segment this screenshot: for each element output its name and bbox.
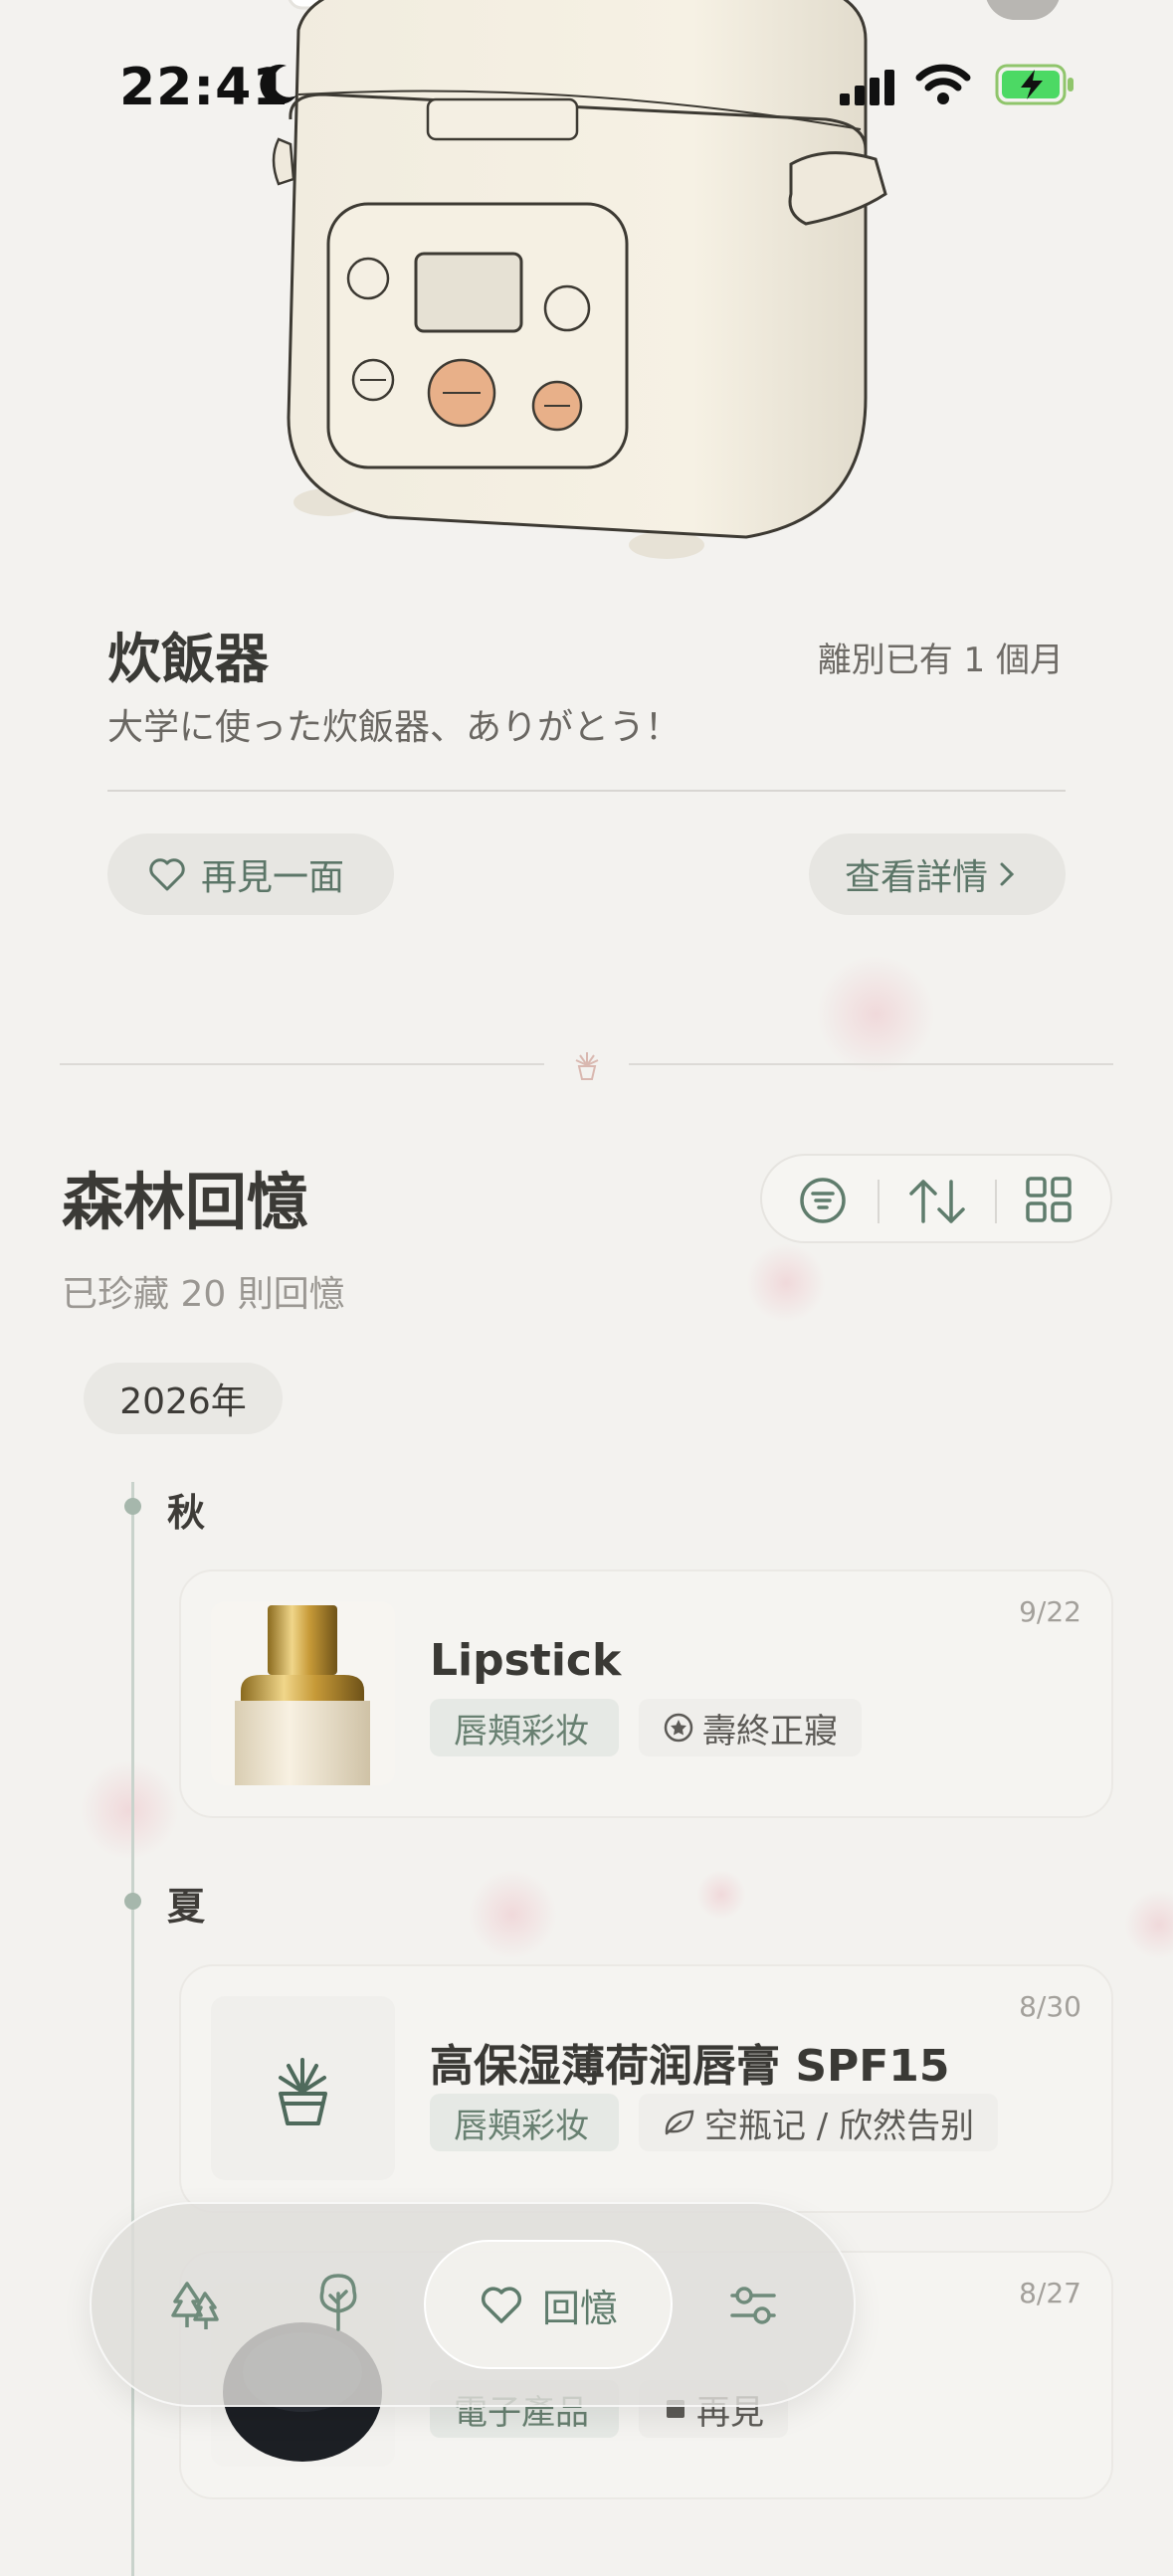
plant-pot-icon — [279, 2058, 327, 2125]
category-tag: 唇頬彩妆 — [430, 1699, 619, 1756]
settings-icon[interactable] — [728, 2284, 778, 2327]
timeline-line — [131, 1482, 134, 2576]
memory-item-name: 高保湿薄荷润唇膏 SPF15 — [430, 2041, 950, 2092]
farewell-tag: 壽終正寢 — [639, 1699, 862, 1756]
divider — [60, 1063, 544, 1065]
profile-avatar[interactable] — [985, 0, 1061, 20]
blossom-decoration — [80, 1760, 179, 1860]
view-details-label: 查看詳情 — [845, 857, 989, 898]
item-title: 炊飯器 — [107, 628, 269, 690]
divider — [107, 790, 1066, 792]
farewell-tag-label: 壽終正寢 — [702, 1711, 838, 1751]
memory-date: 9/22 — [1019, 1595, 1081, 1628]
timeline-dot — [124, 1498, 141, 1515]
blossom-decoration — [696, 1870, 746, 1920]
category-tag: 唇頬彩妆 — [430, 2094, 619, 2151]
see-again-label: 再見一面 — [201, 857, 345, 898]
blossom-decoration — [816, 955, 935, 1074]
blossom-decoration — [746, 1243, 826, 1323]
grid-view-icon[interactable] — [1025, 1176, 1073, 1223]
item-thumbnail — [211, 1996, 395, 2180]
blossom-decoration — [1124, 1890, 1173, 1959]
view-toolbar — [760, 1154, 1112, 1243]
moon-icon — [260, 64, 296, 104]
leaf-icon — [665, 2110, 694, 2135]
year-chip[interactable]: 2026年 — [84, 1363, 283, 1434]
view-details-button[interactable]: 查看詳情 — [809, 833, 1066, 915]
wifi-icon — [915, 64, 971, 104]
toolbar-separator — [878, 1180, 880, 1223]
battery-charging-icon — [995, 64, 1074, 105]
see-again-button[interactable]: 再見一面 — [107, 833, 394, 915]
toolbar-separator — [995, 1180, 997, 1223]
chevron-right-icon — [1000, 862, 1015, 886]
section-title: 森林回憶 — [62, 1166, 309, 1238]
memories-tab-label: 回憶 — [541, 2286, 618, 2330]
star-badge-icon — [664, 1713, 693, 1743]
season-label: 夏 — [167, 1885, 206, 1929]
memory-date: 8/27 — [1019, 2277, 1081, 2309]
memory-date: 8/30 — [1019, 1990, 1081, 2023]
farewell-tag: 空瓶记 / 欣然告别 — [639, 2094, 999, 2151]
memory-count: 已珍藏 20 則回憶 — [62, 1274, 345, 1315]
heart-icon — [149, 858, 185, 891]
farewell-tag-label: 空瓶记 / 欣然告别 — [704, 2106, 975, 2146]
season-label: 秋 — [167, 1491, 206, 1535]
filter-icon[interactable] — [798, 1176, 848, 1225]
blossom-decoration — [468, 1870, 557, 1959]
memory-card[interactable]: Lipstick 9/22 唇頬彩妆 壽終正寢 — [179, 1569, 1113, 1818]
memory-card[interactable]: 高保湿薄荷润唇膏 SPF15 8/30 唇頬彩妆 空瓶记 / 欣然告别 — [179, 1964, 1113, 2213]
forest-icon[interactable] — [169, 2278, 221, 2333]
heart-icon — [481, 2287, 522, 2323]
divider — [629, 1063, 1113, 1065]
status-bar: 22:41 — [0, 40, 1173, 129]
timeline-dot — [124, 1893, 141, 1910]
cellular-signal-icon — [840, 70, 894, 105]
sort-icon[interactable] — [905, 1176, 969, 1227]
tree-icon[interactable] — [316, 2272, 360, 2333]
farewell-duration: 離別已有 1 個月 — [817, 641, 1064, 680]
memory-item-name: Lipstick — [430, 1635, 622, 1686]
item-thumbnail — [211, 1601, 395, 1785]
lipstick-image — [235, 1605, 370, 1785]
item-note: 大学に使った炊飯器、ありがとう！ — [107, 707, 682, 748]
memories-tab[interactable]: 回憶 — [424, 2240, 673, 2369]
bottom-nav: 回憶 — [90, 2202, 856, 2407]
plant-pot-icon — [575, 1052, 599, 1080]
